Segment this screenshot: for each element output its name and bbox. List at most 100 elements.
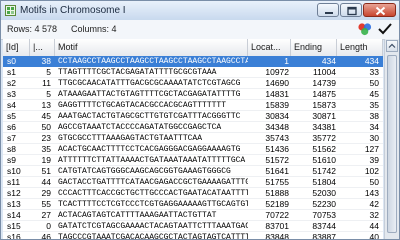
minimize-button[interactable] xyxy=(317,3,339,17)
row-motif: GAGGTTTTCTGCAGTACACGCCACGCAGTTTTTTT xyxy=(58,101,227,110)
scroll-up-button[interactable] xyxy=(386,40,398,52)
row-length: 143 xyxy=(364,188,379,198)
column-header-length[interactable]: Length xyxy=(337,39,383,56)
row-motif: GACTACCTGATTTTCATAACGAGACCGCTGAAAAGATTTG xyxy=(58,178,248,187)
row-motif: GTGCGCCTTTAAAGAGTACTGTAATTTCAA xyxy=(58,134,203,143)
row-location: 83848 xyxy=(265,232,289,239)
row-id: s8 xyxy=(7,144,16,154)
row-count: 19 xyxy=(41,155,51,165)
row-location: 15839 xyxy=(265,100,289,110)
columns-count: Columns: 4 xyxy=(71,24,117,34)
column-header-motif[interactable]: Motif xyxy=(55,39,248,56)
row-id: s11 xyxy=(7,177,21,187)
row-ending: 83744 xyxy=(312,221,336,231)
maximize-icon xyxy=(347,6,357,16)
row-length: 30 xyxy=(369,133,379,143)
row-location: 34348 xyxy=(265,122,289,132)
table-row[interactable]: s5 45 AAATGACTACTGTAGCGCTTGTGTCGATTTACGGGT… xyxy=(3,111,383,122)
row-length: 34 xyxy=(369,122,379,132)
checkmark-icon[interactable] xyxy=(377,22,393,36)
row-location: 51436 xyxy=(265,144,289,154)
row-count: 46 xyxy=(41,232,51,239)
row-count: 27 xyxy=(41,210,51,220)
title-bar[interactable]: Motifs in Chromosome I xyxy=(1,1,399,20)
table-row[interactable]: s8 35 ACACTGCAACTTTTCCTCACGAGGGACGAGGAAAAG… xyxy=(3,144,383,155)
color-circles-icon[interactable] xyxy=(357,22,373,36)
table-row[interactable]: s14 27 ACTACAGTAGTCATTTTAAAGAATTACTGTTAT 70… xyxy=(3,210,383,221)
row-location: 51888 xyxy=(265,188,289,198)
row-location: 14831 xyxy=(265,89,289,99)
row-id: s14 xyxy=(7,210,21,220)
row-ending: 51610 xyxy=(312,155,336,165)
row-location: 70722 xyxy=(265,210,289,220)
row-location: 51641 xyxy=(265,166,289,176)
row-ending: 35772 xyxy=(312,133,336,143)
minimize-icon xyxy=(325,12,333,14)
row-ending: 30871 xyxy=(312,111,336,121)
row-ending: 434 xyxy=(321,56,336,66)
row-location: 35743 xyxy=(265,133,289,143)
window-title: Motifs in Chromosome I xyxy=(20,5,126,16)
row-motif: AGCCGTAAATCTACCCCAGATATGGCCGAGCTCA xyxy=(58,123,222,132)
column-header-ending[interactable]: Ending xyxy=(291,39,337,56)
row-location: 10972 xyxy=(265,67,289,77)
row-ending: 52230 xyxy=(312,199,336,209)
row-length: 434 xyxy=(364,56,379,66)
rows-count: Rows: 4 578 xyxy=(7,24,58,34)
scroll-thumb[interactable] xyxy=(387,55,397,233)
column-header-count[interactable]: |... xyxy=(30,39,55,56)
row-count: 13 xyxy=(41,100,51,110)
column-header-location[interactable]: Locat... xyxy=(248,39,291,56)
table-row[interactable]: s11 44 GACTACCTGATTTTCATAACGAGACCGCTGAAAAG… xyxy=(3,177,383,188)
table-row[interactable]: s6 50 AGCCGTAAATCTACCCCAGATATGGCCGAGCTCA 34… xyxy=(3,122,383,133)
row-ending: 14739 xyxy=(312,78,336,88)
row-motif: CCTAAGCCTAAGCCTAAGCCTAAGCCTAAGCCTAAGCCTA xyxy=(58,57,248,66)
row-motif: TTGCGCAACATATTTGACGCGCAAAATATCTCGTAGCG xyxy=(58,79,241,88)
row-motif: GATATCTCGTAGCGAAAACTACAGTAATTCTTTAAATGAC xyxy=(58,222,248,231)
row-id: s9 xyxy=(7,155,16,165)
motifs-table: [Id] |... Motif Locat... Ending Length s… xyxy=(3,39,383,239)
close-button[interactable] xyxy=(363,3,396,17)
row-length: 42 xyxy=(369,199,379,209)
row-location: 30834 xyxy=(265,111,289,121)
row-length: 40 xyxy=(369,232,379,239)
row-length: 102 xyxy=(364,166,379,176)
row-count: 5 xyxy=(46,67,51,77)
table-row[interactable]: s7 23 GTGCGCCTTTAAAGAGTACTGTAATTTCAA 35743 3… xyxy=(3,133,383,144)
vertical-scrollbar[interactable] xyxy=(384,39,399,239)
table-row[interactable]: s10 51 CATGTATCAGTGGGCAAGCAGCGGTGAAAGTGGGC… xyxy=(3,166,383,177)
row-count: 38 xyxy=(41,56,51,66)
row-id: s12 xyxy=(7,188,21,198)
row-ending: 34381 xyxy=(312,122,336,132)
table-row[interactable]: s12 29 CCCACTTTCACCGCTGCTTGCCCACTGAATACATA… xyxy=(3,188,383,199)
row-ending: 83887 xyxy=(312,232,336,239)
row-count: 44 xyxy=(41,177,51,187)
table-row[interactable]: s1 5 TTAGTTTTCGCTACGAGATATTTTGCGCGTAAA 1097… xyxy=(3,67,383,78)
table-row[interactable]: s13 55 TCACTTTTCCTCGTCCCTCGTGAGGAAAAAGTTGC… xyxy=(3,199,383,210)
table-row[interactable]: s3 5 ATAAAGAATTACTGTAGTTTTCGCTACGAGATATTTT… xyxy=(3,89,383,100)
motifs-window: Motifs in Chromosome I Rows: 4 578 Colum… xyxy=(0,0,400,240)
row-motif: ATTTTTTCTTATTAAAACTGATAAATAAATATTTTTGCA xyxy=(58,156,246,165)
table-row[interactable]: s0 38 CCTAAGCCTAAGCCTAAGCCTAAGCCTAAGCCTAAG… xyxy=(3,56,383,67)
row-id: s16 xyxy=(7,232,21,239)
row-length: 35 xyxy=(369,100,379,110)
table-row[interactable]: s15 0 GATATCTCGTAGCGAAAACTACAGTAATTCTTTAAA… xyxy=(3,221,383,232)
row-ending: 11004 xyxy=(312,67,336,77)
table-row[interactable]: s2 11 TTGCGCAACATATTTGACGCGCAAAATATCTCGTAG… xyxy=(3,78,383,89)
table-row[interactable]: s16 46 TAGCCCGTAAATCGACACAAGCGCTACTAGTAGTC… xyxy=(3,232,383,239)
row-ending: 70753 xyxy=(312,210,336,220)
row-count: 35 xyxy=(41,144,51,154)
column-header-id[interactable]: [Id] xyxy=(3,39,30,56)
row-count: 51 xyxy=(41,166,51,176)
maximize-button[interactable] xyxy=(340,3,362,17)
row-ending: 52030 xyxy=(312,188,336,198)
row-id: s0 xyxy=(7,56,16,66)
table-row[interactable]: s4 13 GAGGTTTTCTGCAGTACACGCCACGCAGTTTTTTT 1… xyxy=(3,100,383,111)
row-id: s10 xyxy=(7,166,21,176)
chevron-up-icon xyxy=(388,43,396,48)
row-length: 33 xyxy=(369,67,379,77)
row-length: 32 xyxy=(369,210,379,220)
row-motif: ACTACAGTAGTCATTTTAAAGAATTACTGTTAT xyxy=(58,211,217,220)
row-id: s7 xyxy=(7,133,16,143)
table-row[interactable]: s9 19 ATTTTTTCTTATTAAAACTGATAAATAAATATTTTT… xyxy=(3,155,383,166)
